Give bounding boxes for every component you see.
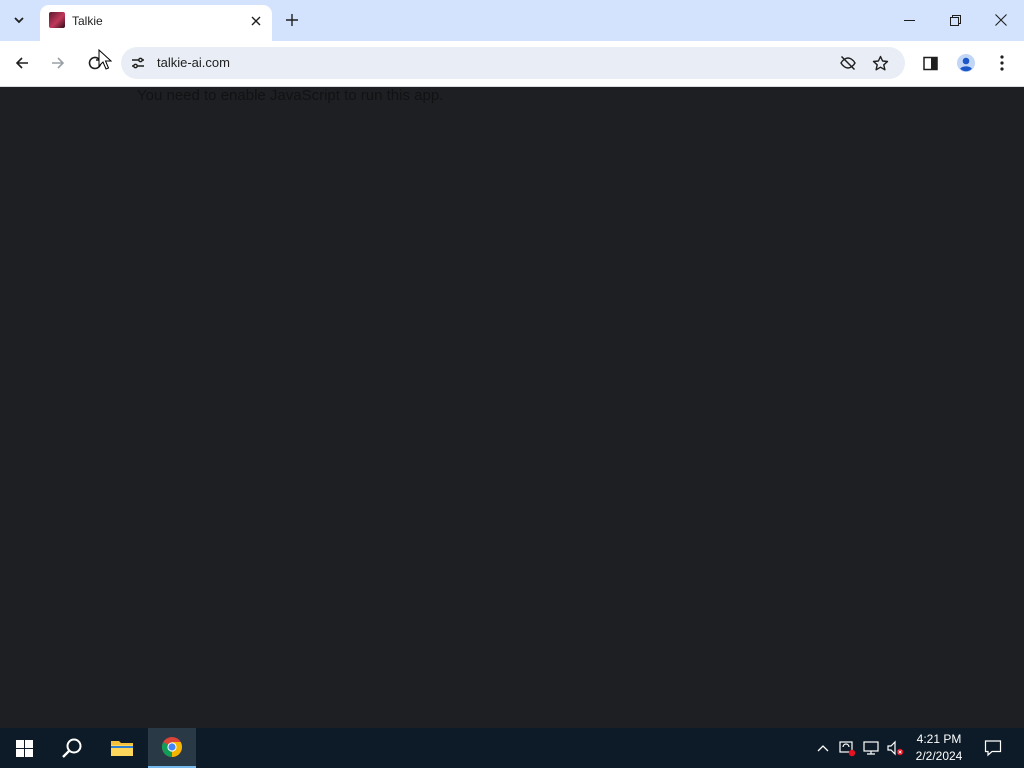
- network-button[interactable]: [861, 738, 881, 758]
- windows-logo-icon: [15, 739, 33, 757]
- side-panel-icon: [922, 56, 938, 70]
- mouse-cursor-icon: [98, 49, 112, 70]
- more-vert-icon: [1000, 55, 1004, 71]
- arrow-left-icon: [15, 57, 28, 69]
- volume-button[interactable]: [885, 738, 905, 758]
- star-icon: [872, 55, 888, 70]
- action-center-button[interactable]: [978, 728, 1008, 768]
- chrome-icon: [162, 737, 182, 757]
- tab-title: Talkie: [72, 14, 103, 28]
- site-info-button[interactable]: [125, 50, 151, 76]
- restore-button[interactable]: [932, 0, 978, 40]
- talkie-favicon-icon: [49, 12, 65, 28]
- taskbar-clock[interactable]: 4:21 PM 2/2/2024: [906, 731, 972, 765]
- notification-icon: [984, 740, 1002, 757]
- minimize-icon: [903, 19, 915, 21]
- close-icon: [995, 14, 1007, 26]
- chrome-taskbar-button[interactable]: [148, 728, 196, 768]
- clock-time: 4:21 PM: [916, 732, 962, 746]
- clock-date: 2/2/2024: [915, 749, 963, 763]
- folder-icon: [111, 741, 133, 756]
- search-button[interactable]: [48, 728, 96, 768]
- avatar-icon: [957, 54, 975, 72]
- third-party-cookies-blocked-button[interactable]: [835, 50, 861, 76]
- tab-search-button[interactable]: [6, 7, 32, 33]
- plus-icon: [286, 14, 298, 26]
- close-icon: [251, 16, 261, 26]
- eye-off-icon: [840, 55, 856, 71]
- taskbar: 4:21 PM 2/2/2024: [0, 728, 1024, 768]
- minimize-button[interactable]: [886, 0, 932, 40]
- sync-error-icon: [839, 741, 856, 757]
- side-panel-button[interactable]: [915, 48, 945, 78]
- start-button[interactable]: [0, 728, 48, 768]
- arrow-right-icon: [52, 57, 65, 69]
- restore-icon: [949, 14, 961, 26]
- tune-icon: [132, 57, 144, 69]
- back-button[interactable]: [7, 48, 37, 78]
- tray-sync-icon-button[interactable]: [837, 738, 857, 758]
- close-window-button[interactable]: [978, 0, 1024, 40]
- page-content: You need to enable JavaScript to run thi…: [0, 87, 1024, 728]
- tab-strip: Talkie: [0, 0, 1024, 41]
- url-text: talkie-ai.com: [157, 55, 230, 70]
- forward-button[interactable]: [43, 48, 73, 78]
- address-bar[interactable]: talkie-ai.com: [121, 47, 905, 79]
- tab-close-button[interactable]: [246, 11, 266, 31]
- browser-tab[interactable]: Talkie: [40, 5, 272, 41]
- network-icon: [863, 741, 879, 755]
- noscript-message: You need to enable JavaScript to run thi…: [137, 87, 444, 104]
- show-hidden-icons-button[interactable]: [813, 738, 833, 758]
- chevron-up-icon: [817, 745, 829, 752]
- new-tab-button[interactable]: [280, 8, 304, 32]
- volume-muted-icon: [887, 740, 904, 756]
- file-explorer-button[interactable]: [98, 728, 146, 768]
- chevron-down-icon: [14, 17, 24, 24]
- search-icon: [62, 738, 82, 758]
- browser-toolbar: talkie-ai.com: [0, 41, 1024, 87]
- bookmark-button[interactable]: [867, 50, 893, 76]
- profile-button[interactable]: [951, 48, 981, 78]
- menu-button[interactable]: [987, 48, 1017, 78]
